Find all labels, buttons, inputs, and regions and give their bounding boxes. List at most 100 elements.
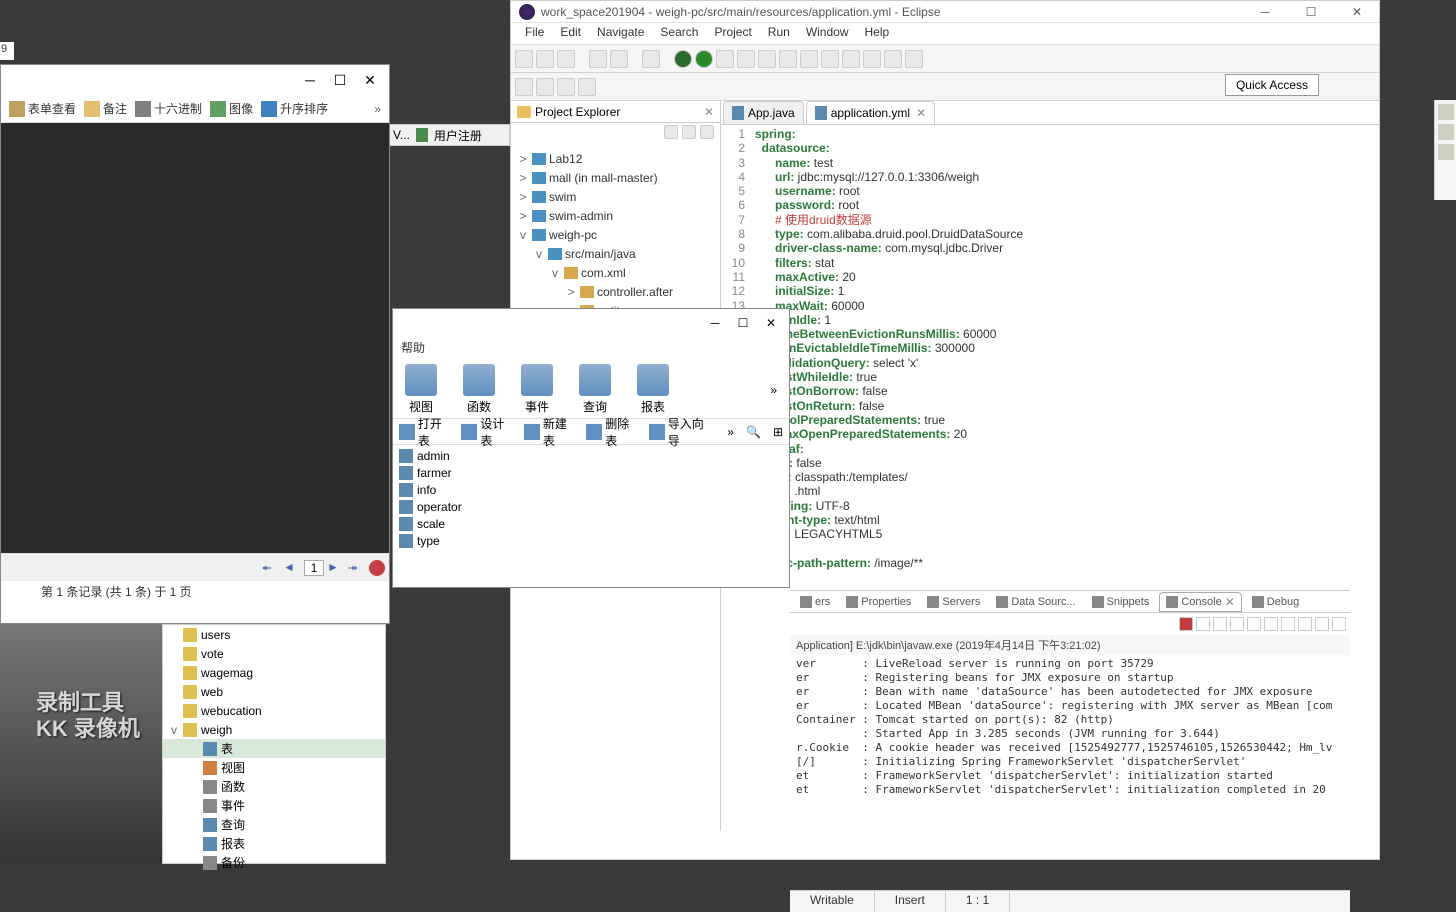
- clear-icon[interactable]: [1230, 617, 1244, 631]
- stop-icon[interactable]: [821, 50, 839, 68]
- coverage-icon[interactable]: [716, 50, 734, 68]
- db-tool-button[interactable]: 事件: [521, 364, 553, 415]
- close-button[interactable]: ✕: [355, 72, 385, 89]
- console-tab[interactable]: Data Sourc...: [990, 594, 1081, 610]
- db-sub-button[interactable]: 打开表: [399, 415, 453, 449]
- sync-icon[interactable]: [610, 50, 628, 68]
- run-last-icon[interactable]: [737, 50, 755, 68]
- register-label[interactable]: 用户注册: [434, 127, 482, 144]
- console-tab[interactable]: Properties: [840, 594, 917, 610]
- console-tab[interactable]: Debug: [1246, 594, 1305, 610]
- terminate-icon[interactable]: [1179, 617, 1193, 631]
- collapse-icon[interactable]: [682, 125, 696, 139]
- tree-item[interactable]: >mall (in mall-master): [513, 168, 718, 187]
- debug-icon[interactable]: [674, 50, 692, 68]
- toolbar-icon[interactable]: »: [727, 425, 734, 439]
- more-icon[interactable]: »: [770, 383, 777, 397]
- tree-item[interactable]: vcom.xml: [513, 263, 718, 282]
- tree-item[interactable]: >controller.after: [513, 282, 718, 301]
- new-icon[interactable]: [515, 50, 533, 68]
- minimize-button[interactable]: ─: [295, 72, 325, 88]
- dbtree-item[interactable]: webucation: [163, 701, 385, 720]
- last-icon[interactable]: ⯮: [348, 560, 366, 576]
- prev-icon[interactable]: ◄: [283, 560, 301, 576]
- dbtree-item[interactable]: wagemag: [163, 663, 385, 682]
- maximize-button[interactable]: ☐: [1297, 5, 1325, 19]
- db-sub-button[interactable]: 新建表: [524, 415, 578, 449]
- note-button[interactable]: 备注: [84, 100, 127, 117]
- console-tab[interactable]: Snippets: [1086, 594, 1156, 610]
- db-tool-button[interactable]: 查询: [579, 364, 611, 415]
- dbtree-item[interactable]: web: [163, 682, 385, 701]
- console-tab[interactable]: ers: [794, 594, 836, 610]
- close-button[interactable]: ✕: [757, 316, 785, 330]
- stop-icon[interactable]: [369, 560, 385, 576]
- undo-icon[interactable]: [642, 50, 660, 68]
- menu-navigate[interactable]: Navigate: [589, 23, 652, 44]
- menu-run[interactable]: Run: [760, 23, 798, 44]
- back-icon[interactable]: [536, 78, 554, 96]
- build-icon[interactable]: [589, 50, 607, 68]
- db-sub-button[interactable]: 设计表: [461, 415, 515, 449]
- next-icon[interactable]: ►: [327, 560, 345, 576]
- display-icon[interactable]: [1281, 617, 1295, 631]
- dbtree-item[interactable]: 表: [163, 739, 385, 758]
- menu-icon[interactable]: [700, 125, 714, 139]
- tab-app-java[interactable]: App.java: [723, 101, 804, 124]
- tree-item[interactable]: vweigh-pc: [513, 225, 718, 244]
- run-icon[interactable]: [695, 50, 713, 68]
- sort-asc-button[interactable]: 升序排序: [261, 100, 328, 117]
- menu-help[interactable]: Help: [857, 23, 898, 44]
- minimize-button[interactable]: ─: [1251, 5, 1279, 19]
- dbtree-item[interactable]: 视图: [163, 758, 385, 777]
- open-console-icon[interactable]: [1298, 617, 1312, 631]
- table-row[interactable]: info: [395, 481, 787, 498]
- form-view-button[interactable]: 表单查看: [9, 100, 76, 117]
- db-tool-button[interactable]: 视图: [405, 364, 437, 415]
- open-type-icon[interactable]: [863, 50, 881, 68]
- menu-search[interactable]: Search: [652, 23, 706, 44]
- table-row[interactable]: admin: [395, 447, 787, 464]
- fwd-icon[interactable]: [557, 78, 575, 96]
- menu-edit[interactable]: Edit: [552, 23, 589, 44]
- dbtree-item[interactable]: 查询: [163, 815, 385, 834]
- dbtree-item[interactable]: vweigh: [163, 720, 385, 739]
- db-sub-button[interactable]: 导入向导: [649, 415, 715, 449]
- tab-application-yml[interactable]: application.yml ✕: [806, 101, 935, 124]
- dbtree-item[interactable]: 函数: [163, 777, 385, 796]
- misc-icon[interactable]: [905, 50, 923, 68]
- table-row[interactable]: type: [395, 532, 787, 549]
- tree-item[interactable]: >swim-admin: [513, 206, 718, 225]
- more-icon[interactable]: »: [374, 102, 381, 116]
- pin-console-icon[interactable]: [1264, 617, 1278, 631]
- page-input[interactable]: [304, 560, 324, 576]
- menu-window[interactable]: Window: [798, 23, 857, 44]
- close-button[interactable]: ✕: [1343, 5, 1371, 19]
- dash-icon[interactable]: [515, 78, 533, 96]
- minimize-button[interactable]: ─: [701, 316, 729, 330]
- remove-all-icon[interactable]: [1213, 617, 1227, 631]
- file-body[interactable]: [1, 123, 389, 553]
- tree-item[interactable]: >swim: [513, 187, 718, 206]
- menu-project[interactable]: Project: [706, 23, 759, 44]
- image-button[interactable]: 图像: [210, 100, 253, 117]
- pin-icon[interactable]: [578, 78, 596, 96]
- console-tab[interactable]: Servers: [921, 594, 986, 610]
- console-output[interactable]: ver : LiveReload server is running on po…: [790, 655, 1350, 799]
- dbtree-item[interactable]: vote: [163, 644, 385, 663]
- table-row[interactable]: operator: [395, 498, 787, 515]
- scroll-lock-icon[interactable]: [1247, 617, 1261, 631]
- toolbar-icon[interactable]: 🔍: [746, 425, 761, 439]
- sync2-icon[interactable]: [884, 50, 902, 68]
- console-tab[interactable]: Console ✕: [1159, 592, 1241, 612]
- first-icon[interactable]: ⯬: [262, 560, 280, 576]
- maximize-button[interactable]: ☐: [325, 72, 355, 89]
- tree-item[interactable]: vsrc/main/java: [513, 244, 718, 263]
- hex-button[interactable]: 十六进制: [135, 100, 202, 117]
- table-row[interactable]: farmer: [395, 464, 787, 481]
- save-icon[interactable]: [536, 50, 554, 68]
- db-tool-button[interactable]: 函数: [463, 364, 495, 415]
- remove-icon[interactable]: [1196, 617, 1210, 631]
- new-class-icon[interactable]: [800, 50, 818, 68]
- help-menu[interactable]: 帮助: [393, 337, 789, 361]
